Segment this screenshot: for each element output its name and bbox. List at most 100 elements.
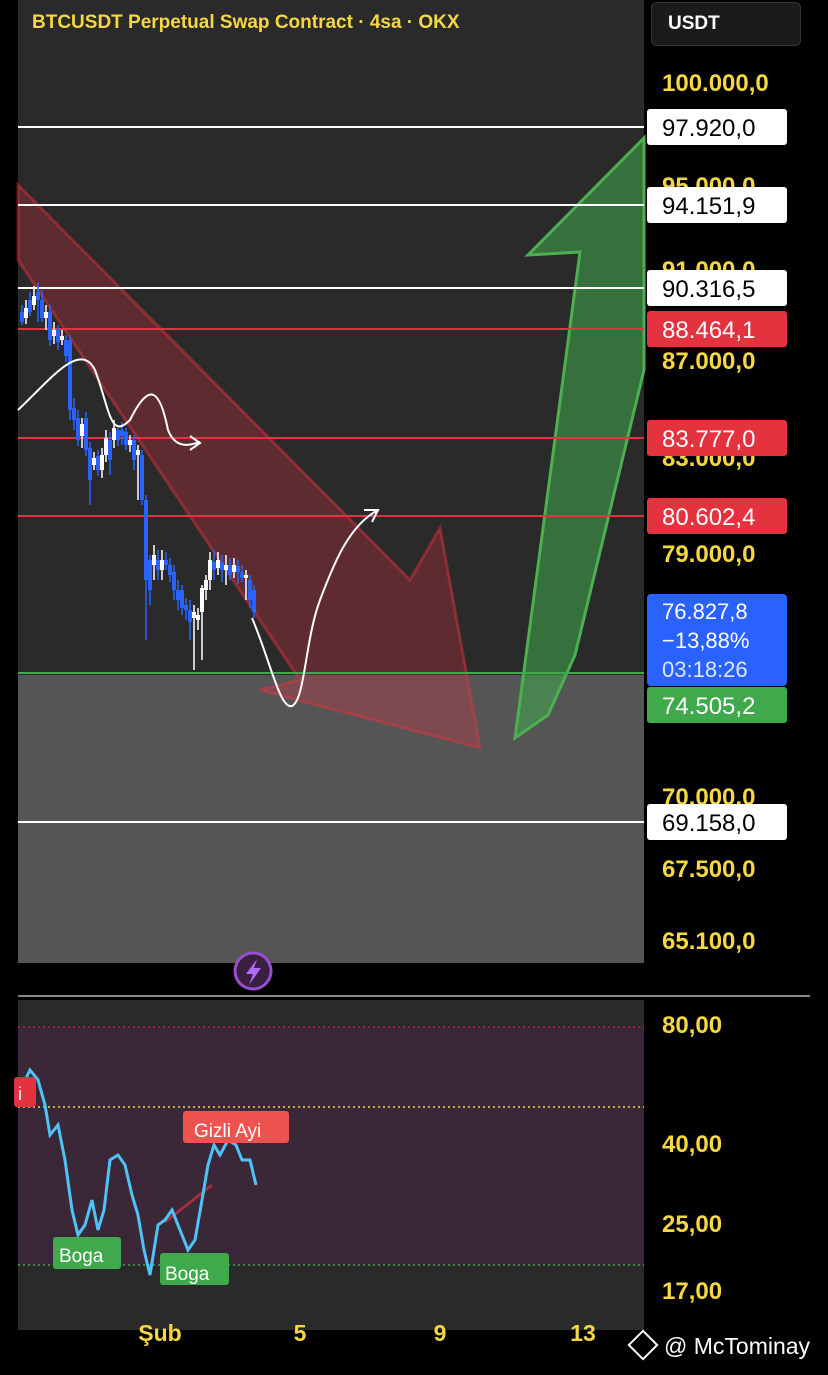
candle-body <box>48 312 52 340</box>
candle-body <box>76 418 80 440</box>
candle-body <box>252 590 256 612</box>
rsi-axis: 80,00 40,00 25,00 17,00 <box>662 1012 722 1305</box>
candle-body <box>72 408 76 420</box>
candle-body <box>116 430 120 440</box>
candle-body <box>132 440 136 460</box>
candle-body <box>104 438 108 455</box>
price-tick: 67.500,0 <box>662 856 755 883</box>
candle-body <box>204 580 208 590</box>
price-level-label: 83.777,0 <box>662 426 755 453</box>
candle-body <box>144 500 148 580</box>
candle-body <box>96 456 100 470</box>
price-tick: 100.000,0 <box>662 70 769 97</box>
rsi-edge-marker: i <box>14 1077 36 1107</box>
candle-body <box>172 572 176 590</box>
candle-body <box>60 336 64 340</box>
candle-body <box>56 330 60 342</box>
price-tick: 87.000,0 <box>662 348 755 375</box>
hidden-bear-label: Gizli Ayi <box>183 1111 289 1143</box>
candle-body <box>200 588 204 612</box>
demand-zone <box>18 675 644 963</box>
bull-label-2: Boga <box>160 1253 229 1285</box>
candle-body <box>92 458 96 465</box>
candle-body <box>160 560 164 570</box>
candle-body <box>124 432 128 445</box>
price-change: −13,88% <box>662 628 749 653</box>
lightning-icon[interactable] <box>233 951 273 991</box>
candle-body <box>148 560 152 590</box>
candle-body <box>28 300 32 312</box>
currency-button[interactable]: USDT <box>651 2 801 46</box>
candle-body <box>68 340 72 410</box>
time-tick: 5 <box>294 1320 307 1346</box>
rsi-band <box>18 1027 644 1265</box>
candle-body <box>244 575 248 578</box>
svg-text:Gizli Ayi: Gizli Ayi <box>194 1121 261 1142</box>
candle-body <box>40 300 44 318</box>
svg-text:Boga: Boga <box>59 1246 104 1267</box>
candle-body <box>80 424 84 436</box>
candle-body <box>196 615 200 620</box>
chart-title: BTCUSDT Perpetual Swap Contract · 4sa · … <box>32 12 460 33</box>
candle-body <box>232 565 236 572</box>
svg-text:Boga: Boga <box>165 1264 210 1285</box>
price-tick: 65.100,0 <box>662 928 755 955</box>
candle-body <box>136 450 140 455</box>
chart-screen: 100.000,095.000,091.000,087.000,083.000,… <box>0 0 828 1375</box>
rsi-tick: 80,00 <box>662 1012 722 1039</box>
candle-body <box>224 565 228 570</box>
price-level-label: 90.316,5 <box>662 276 755 303</box>
candle-body <box>44 312 48 318</box>
bull-label-1: Boga <box>53 1237 121 1269</box>
candle-body <box>20 312 24 322</box>
time-tick: 9 <box>434 1320 447 1346</box>
candle-body <box>100 455 104 470</box>
candle-body <box>248 580 252 600</box>
candle-body <box>140 455 144 500</box>
price-level-label: 74.505,2 <box>662 693 755 720</box>
candle-body <box>220 562 224 570</box>
rsi-tick: 40,00 <box>662 1131 722 1158</box>
candle-body <box>208 560 212 580</box>
candle-body <box>228 565 232 575</box>
current-price: 76.827,8 <box>662 599 748 624</box>
price-tick: 79.000,0 <box>662 541 755 568</box>
candle-body <box>152 555 156 565</box>
candle-body <box>180 590 184 608</box>
candle-body <box>32 296 36 305</box>
candle-body <box>128 440 132 445</box>
current-price-badge: 76.827,8 −13,88% 03:18:26 <box>647 594 787 686</box>
candle-countdown: 03:18:26 <box>662 657 748 682</box>
time-tick: Şub <box>138 1320 181 1346</box>
candle-body <box>240 572 244 578</box>
candle-body <box>24 308 28 318</box>
candle-body <box>164 560 168 565</box>
price-level-label: 80.602,4 <box>662 504 755 531</box>
rsi-tick: 17,00 <box>662 1278 722 1305</box>
candle-body <box>156 560 160 570</box>
candle-body <box>168 565 172 575</box>
price-level-label: 97.920,0 <box>662 115 755 142</box>
price-level-label: 88.464,1 <box>662 317 755 344</box>
candle-body <box>108 440 112 460</box>
rsi-tick: 25,00 <box>662 1211 722 1238</box>
candle-body <box>192 612 196 618</box>
candle-body <box>184 605 188 610</box>
candle-body <box>112 428 116 440</box>
candle-body <box>64 340 68 356</box>
candle-body <box>120 430 124 436</box>
price-level-label: 94.151,9 <box>662 193 755 220</box>
price-level-labels: 97.920,0 94.151,9 90.316,5 88.464,1 83.777,0… <box>647 109 787 840</box>
candle-body <box>236 566 240 572</box>
watermark-logo-icon <box>627 1329 659 1361</box>
candle-body <box>212 562 216 570</box>
panel-separator <box>18 995 810 997</box>
candle-body <box>188 610 192 622</box>
price-chart[interactable]: 100.000,095.000,091.000,087.000,083.000,… <box>0 0 828 1375</box>
candle-body <box>84 418 88 450</box>
svg-text:i: i <box>18 1084 22 1104</box>
watermark: @ McTominay <box>627 1329 810 1361</box>
candle-body <box>216 560 220 568</box>
candle-body <box>52 330 56 336</box>
price-level-label: 69.158,0 <box>662 810 755 837</box>
